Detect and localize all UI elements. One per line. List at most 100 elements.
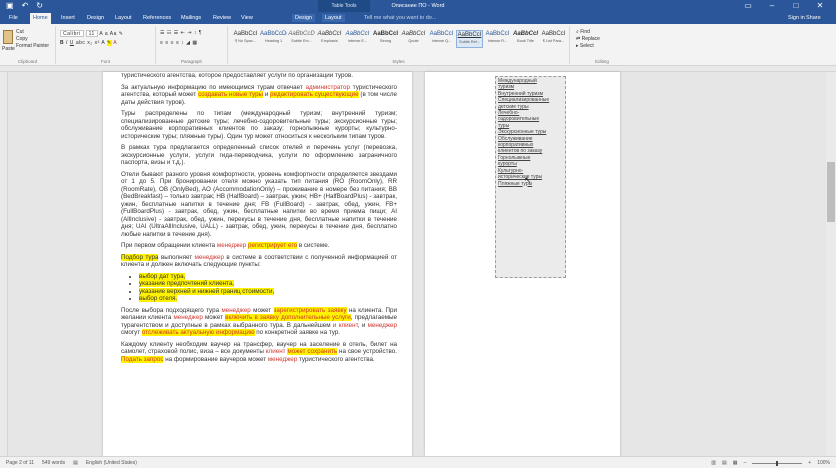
style-strong[interactable]: AaBbCcI Strong	[372, 30, 399, 48]
subscript-icon[interactable]: x₂	[87, 40, 92, 46]
style-intense-quote[interactable]: AaBbCcI Intense Q...	[428, 30, 455, 48]
zoom-slider-knob[interactable]	[776, 460, 779, 466]
borders-icon[interactable]: ▦	[192, 40, 197, 46]
list-item: выбор дат тура,	[139, 272, 397, 281]
multilevel-list-icon[interactable]: ☰	[174, 30, 179, 36]
align-right-icon[interactable]: ≡	[171, 40, 174, 46]
tab-design[interactable]: Design	[84, 14, 107, 22]
style-heading-1[interactable]: AaBbCcDc Heading 1	[260, 30, 287, 48]
sign-in-link[interactable]: Sign in	[788, 14, 805, 22]
text-run: Подать запрос	[121, 355, 164, 363]
tab-table-layout[interactable]: Layout	[322, 14, 345, 22]
read-mode-icon[interactable]: ▥	[711, 460, 716, 466]
page-count[interactable]: Page 2 of 11	[6, 460, 34, 466]
language-indicator[interactable]: English (United States)	[86, 460, 137, 466]
style-quote[interactable]: AaBbCcI Quote	[400, 30, 427, 48]
document-page[interactable]: туристического агентства, которое предос…	[103, 72, 412, 456]
font-size-select[interactable]: 11	[85, 30, 98, 37]
vertical-ruler[interactable]	[0, 72, 8, 456]
style-sample: AaBbCcI	[372, 31, 398, 37]
align-center-icon[interactable]: ≡	[165, 40, 168, 46]
style-list-paragraph[interactable]: AaBbCcI ¶ List Para...	[540, 30, 567, 48]
style-no-spacing[interactable]: AaBbCcI ¶ No Spac...	[232, 30, 259, 48]
numbering-icon[interactable]: ☷	[167, 30, 172, 36]
style-intense-reference[interactable]: AaBbCcI Intense R...	[484, 30, 511, 48]
ribbon-display-icon[interactable]: ▭	[736, 0, 760, 12]
redo-icon[interactable]: ↻	[36, 1, 43, 11]
tab-table-design[interactable]: Design	[292, 14, 316, 22]
maximize-icon[interactable]: □	[784, 0, 808, 12]
tab-view[interactable]: View	[238, 14, 256, 22]
vertical-scrollbar[interactable]	[826, 72, 836, 456]
zoom-in-icon[interactable]: +	[808, 460, 811, 466]
text-run: За актуальную информацию по имеющимся ту…	[121, 83, 306, 91]
tell-me-box[interactable]: Tell me what you want to do...	[364, 14, 436, 22]
tab-home[interactable]: Home	[30, 13, 51, 24]
word-count[interactable]: 549 words	[42, 460, 65, 466]
context-tab-title: Table Tools	[318, 0, 370, 12]
font-color-icon[interactable]: A	[113, 40, 117, 46]
clipboard-icon[interactable]	[3, 30, 13, 44]
undo-icon[interactable]: ↶	[22, 1, 29, 11]
tab-review[interactable]: Review	[210, 14, 234, 22]
scrollbar-thumb[interactable]	[827, 162, 835, 222]
tab-insert[interactable]: Insert	[58, 14, 78, 22]
copy-button[interactable]: Copy	[16, 36, 49, 43]
justify-icon[interactable]: ≡	[176, 40, 179, 46]
text-run: менеджер	[221, 306, 251, 314]
window-controls: ▭ – □ ✕	[736, 0, 832, 12]
text-run: менеджер	[216, 242, 247, 249]
shrink-font-icon[interactable]: a	[105, 31, 108, 37]
select-button[interactable]: ▸ Select	[576, 43, 600, 50]
line-spacing-icon[interactable]: ↕	[181, 40, 184, 46]
style-name: Subtle Ref...	[459, 40, 480, 44]
web-layout-icon[interactable]: ▦	[733, 460, 738, 466]
style-sample: AaBbCcI	[512, 31, 538, 37]
document-page-2[interactable]: Международный туризм Внутренний туризм С…	[425, 72, 620, 456]
save-icon[interactable]: ▣	[6, 1, 14, 11]
sort-icon[interactable]: ↕	[194, 30, 197, 36]
font-name-select[interactable]: Calibri	[60, 30, 84, 37]
proofing-icon[interactable]: ▤	[73, 460, 78, 466]
find-button[interactable]: ⌕ Find	[576, 29, 600, 36]
text-effects-icon[interactable]: A	[101, 40, 105, 46]
replace-button[interactable]: ⇄ Replace	[576, 36, 600, 43]
decrease-indent-icon[interactable]: ⇤	[181, 30, 186, 36]
bold-icon[interactable]: B	[60, 40, 64, 46]
document-body[interactable]: туристического агентства, которое предос…	[121, 72, 397, 367]
style-emphasis[interactable]: AaBbCcI Emphasis	[316, 30, 343, 48]
share-button[interactable]: Share	[806, 14, 821, 22]
underline-icon[interactable]: U	[70, 40, 74, 46]
shading-icon[interactable]: ◢	[186, 40, 190, 46]
align-left-icon[interactable]: ≡	[160, 40, 163, 46]
format-painter-button[interactable]: Format Painter	[16, 43, 49, 50]
print-layout-icon[interactable]: ▤	[722, 460, 727, 466]
italic-icon[interactable]: I	[66, 40, 68, 46]
zoom-slider[interactable]	[752, 460, 803, 466]
show-marks-icon[interactable]: ¶	[199, 30, 202, 36]
highlight-icon[interactable]: ✎	[106, 40, 112, 46]
strikethrough-icon[interactable]: abc	[76, 40, 86, 46]
tab-layout[interactable]: Layout	[112, 14, 135, 22]
style-subtle-emphasis[interactable]: AaBbCcD Subtle Em...	[288, 30, 315, 48]
close-icon[interactable]: ✕	[808, 0, 832, 12]
style-intense-emphasis[interactable]: AaBbCcI Intense E...	[344, 30, 371, 48]
superscript-icon[interactable]: x²	[95, 40, 100, 46]
change-case-icon[interactable]: Aa	[110, 31, 117, 37]
style-subtle-reference[interactable]: AaBbCcI Subtle Ref...	[456, 30, 483, 48]
text-run: администратор	[305, 83, 350, 91]
paste-button[interactable]: Paste	[2, 46, 15, 52]
tab-mailings[interactable]: Mailings	[178, 14, 204, 22]
grow-font-icon[interactable]: A	[99, 31, 103, 37]
increase-indent-icon[interactable]: ⇥	[187, 30, 192, 36]
tab-file[interactable]: File	[6, 14, 21, 22]
clear-format-icon[interactable]: ✎	[119, 31, 124, 37]
zoom-out-icon[interactable]: –	[744, 460, 747, 466]
tab-references[interactable]: References	[140, 14, 174, 22]
minimize-icon[interactable]: –	[760, 0, 784, 12]
zoom-level[interactable]: 100%	[817, 460, 830, 466]
style-book-title[interactable]: AaBbCcI Book Title	[512, 30, 539, 48]
window-title: Описание ПО - Word	[391, 3, 445, 9]
bullets-icon[interactable]: ☰	[160, 30, 165, 36]
cut-button[interactable]: Cut	[16, 29, 49, 36]
